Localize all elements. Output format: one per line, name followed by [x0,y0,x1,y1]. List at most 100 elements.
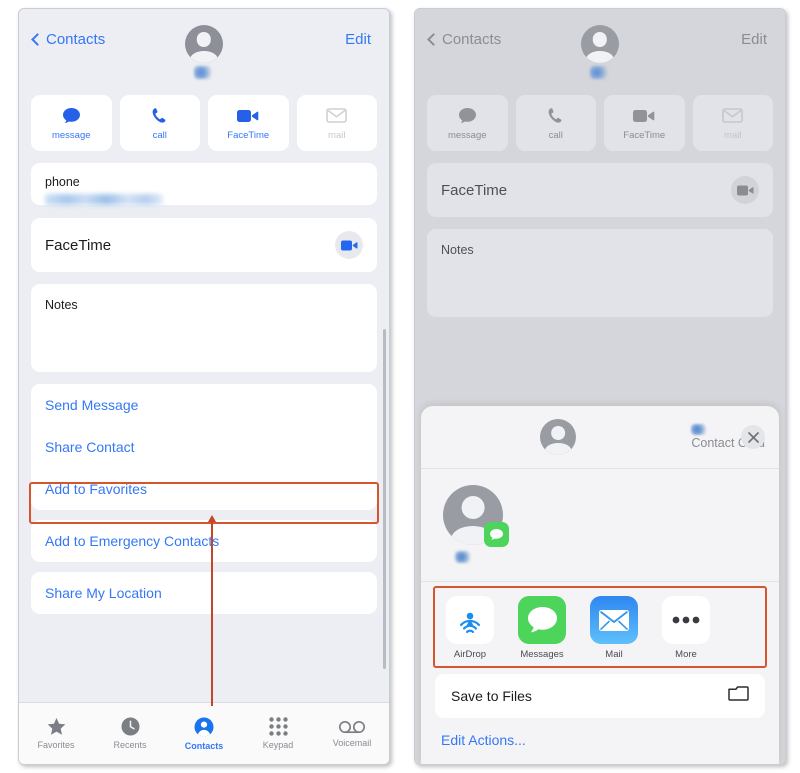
contact-avatar-block [181,25,227,79]
actions-group-location: Share My Location [31,572,377,614]
left-contact-screen: Contacts Edit message call FaceTime mail… [19,9,389,764]
tab-recents[interactable]: Recents [93,717,167,750]
tab-label: Recents [113,740,147,750]
quick-action-label: message [51,129,91,141]
facetime-label: FaceTime [441,181,508,199]
share-target-label: Messages [520,649,564,660]
actions-group-emergency: Add to Emergency Contacts [31,520,377,562]
action-send-message[interactable]: Send Message [31,384,377,426]
share-targets-row: AirDrop Messages Mail More [421,582,779,670]
share-target-more[interactable]: More [659,596,713,660]
tab-label: Favorites [37,739,75,750]
quick-action-message[interactable]: message [31,95,112,151]
right-contact-screen-dimmed: Contacts Edit message call FaceTime mail… [415,9,785,764]
clock-icon [121,717,139,736]
quick-action-label: mail [328,129,346,141]
quick-action-label: message [447,129,487,141]
back-to-contacts-button[interactable]: Contacts [427,31,502,48]
save-to-files-label: Save to Files [451,688,532,704]
save-to-files-row[interactable]: Save to Files [435,674,765,718]
annotation-arrow [208,515,216,706]
tab-label: Contacts [184,740,224,751]
left-navbar: Contacts Edit [19,9,389,95]
facetime-card[interactable]: FaceTime [427,163,773,217]
action-add-to-favorites[interactable]: Add to Favorites [31,468,377,510]
notes-card[interactable]: Notes [427,229,773,317]
avatar [185,25,223,63]
back-label: Contacts [46,31,106,48]
contact-avatar-block [577,25,623,79]
tab-keypad[interactable]: Keypad [241,717,315,750]
facetime-label: FaceTime [45,236,112,254]
quick-action-mail: mail [296,95,377,151]
blurred-name-badge [590,66,610,79]
share-target-label: Mail [605,649,623,660]
back-to-contacts-button[interactable]: Contacts [31,31,106,48]
quick-action-mail: mail [692,95,773,151]
share-target-messages[interactable]: Messages [515,596,569,660]
preview-avatar-with-badge [443,485,509,547]
avatar [581,25,619,63]
messages-badge-icon [484,522,509,547]
notes-label: Notes [441,243,474,257]
share-target-airdrop[interactable]: AirDrop [443,596,497,660]
quick-action-message[interactable]: message [427,95,508,151]
tab-contacts[interactable]: Contacts [167,717,241,751]
video-camera-icon [237,106,259,126]
video-camera-icon [633,106,655,126]
vertical-scrollbar[interactable] [383,329,386,669]
envelope-icon [722,106,744,126]
close-x-icon[interactable] [741,425,765,449]
quick-action-label: call [548,129,563,141]
quick-action-label: FaceTime [623,129,666,141]
actions-group-primary: Send Message Share Contact Add to Favori… [31,384,377,510]
facetime-card[interactable]: FaceTime [31,218,377,272]
edit-button[interactable]: Edit [345,31,371,48]
tab-voicemail[interactable]: Voicemail [315,720,389,748]
share-target-label: More [675,649,697,660]
tab-favorites[interactable]: Favorites [19,717,93,750]
quick-action-call[interactable]: call [515,95,596,151]
quick-action-call[interactable]: call [119,95,200,151]
share-sheet-header: Contact Card [421,406,779,468]
mail-icon [590,596,638,644]
edit-actions-link[interactable]: Edit Actions... [421,718,779,764]
back-label: Contacts [442,31,502,48]
quick-action-facetime[interactable]: FaceTime [604,95,685,151]
edit-button[interactable]: Edit [741,31,767,48]
voicemail-icon [339,720,365,733]
right-phone-frame: Contacts Edit message call FaceTime mail… [414,8,786,765]
video-camera-icon[interactable] [335,231,363,259]
facetime-row[interactable]: FaceTime [45,218,363,272]
action-add-to-emergency-contacts[interactable]: Add to Emergency Contacts [31,520,377,562]
action-share-contact[interactable]: Share Contact [31,426,377,468]
blurred-name-badge [691,424,709,435]
avatar [540,419,577,455]
quick-action-label: call [152,129,167,141]
more-dots-icon [662,596,710,644]
screenshot-root: Contacts Edit message call FaceTime mail… [0,0,800,773]
share-target-label: AirDrop [453,649,487,660]
share-target-mail[interactable]: Mail [587,596,641,660]
right-navbar: Contacts Edit [415,9,785,95]
quick-actions-row: message call FaceTime mail [19,95,389,151]
phone-field-card[interactable]: phone [31,163,377,205]
blurred-name-badge [194,66,214,79]
phone-handset-icon [151,106,168,126]
quick-action-facetime[interactable]: FaceTime [208,95,289,151]
notes-label: Notes [45,298,78,312]
airdrop-icon [446,596,494,644]
tab-label: Voicemail [332,737,372,748]
quick-action-label: mail [724,129,742,141]
notes-card[interactable]: Notes [31,284,377,372]
chevron-left-icon [31,33,44,46]
chevron-left-icon [427,33,440,46]
video-camera-icon[interactable] [731,176,759,204]
action-share-my-location[interactable]: Share My Location [31,572,377,614]
keypad-grid-icon [268,717,288,736]
bottom-tab-bar: Favorites Recents Contacts Keypad Voicem… [19,702,389,764]
share-sheet: Contact Card AirDrop Messages Mail More … [421,406,779,764]
facetime-row[interactable]: FaceTime [441,163,759,217]
messages-icon [518,596,566,644]
blurred-name-badge [455,551,472,563]
